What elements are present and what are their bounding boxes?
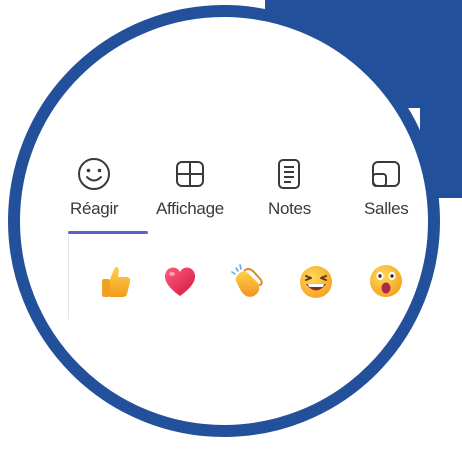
zoomed-teams-meeting-toolbar: Réagir Affichage Notes Salles bbox=[0, 0, 462, 452]
reaction-heart[interactable] bbox=[160, 261, 200, 301]
reaction-thumbs-up[interactable] bbox=[96, 261, 136, 301]
tab-react[interactable]: Réagir bbox=[70, 155, 119, 219]
grid-layout-icon bbox=[171, 155, 209, 193]
reaction-applause[interactable] bbox=[228, 261, 268, 301]
tab-view[interactable]: Affichage bbox=[156, 155, 224, 219]
tab-react-label: Réagir bbox=[70, 199, 119, 218]
reaction-surprised[interactable] bbox=[366, 261, 406, 301]
thumbs-up-icon bbox=[102, 266, 131, 297]
reaction-laugh[interactable] bbox=[296, 261, 336, 301]
tab-rooms-label: Salles bbox=[364, 199, 409, 218]
tab-view-label: Affichage bbox=[156, 199, 224, 218]
tab-rooms[interactable]: Salles bbox=[364, 155, 409, 219]
tab-notes[interactable]: Notes bbox=[268, 155, 311, 219]
magnifier-circle: Réagir Affichage Notes Salles bbox=[8, 5, 440, 437]
tab-notes-label: Notes bbox=[268, 199, 311, 218]
notes-document-icon bbox=[270, 155, 308, 193]
smiley-icon bbox=[75, 155, 113, 193]
clapping-hands-icon bbox=[231, 264, 263, 297]
breakout-rooms-icon bbox=[367, 155, 405, 193]
laughing-face-icon bbox=[300, 266, 332, 298]
selected-tab-indicator bbox=[68, 231, 148, 234]
heart-icon bbox=[164, 267, 196, 296]
surprised-face-icon bbox=[370, 265, 402, 297]
meeting-toolbar: Réagir Affichage Notes Salles bbox=[20, 17, 428, 425]
